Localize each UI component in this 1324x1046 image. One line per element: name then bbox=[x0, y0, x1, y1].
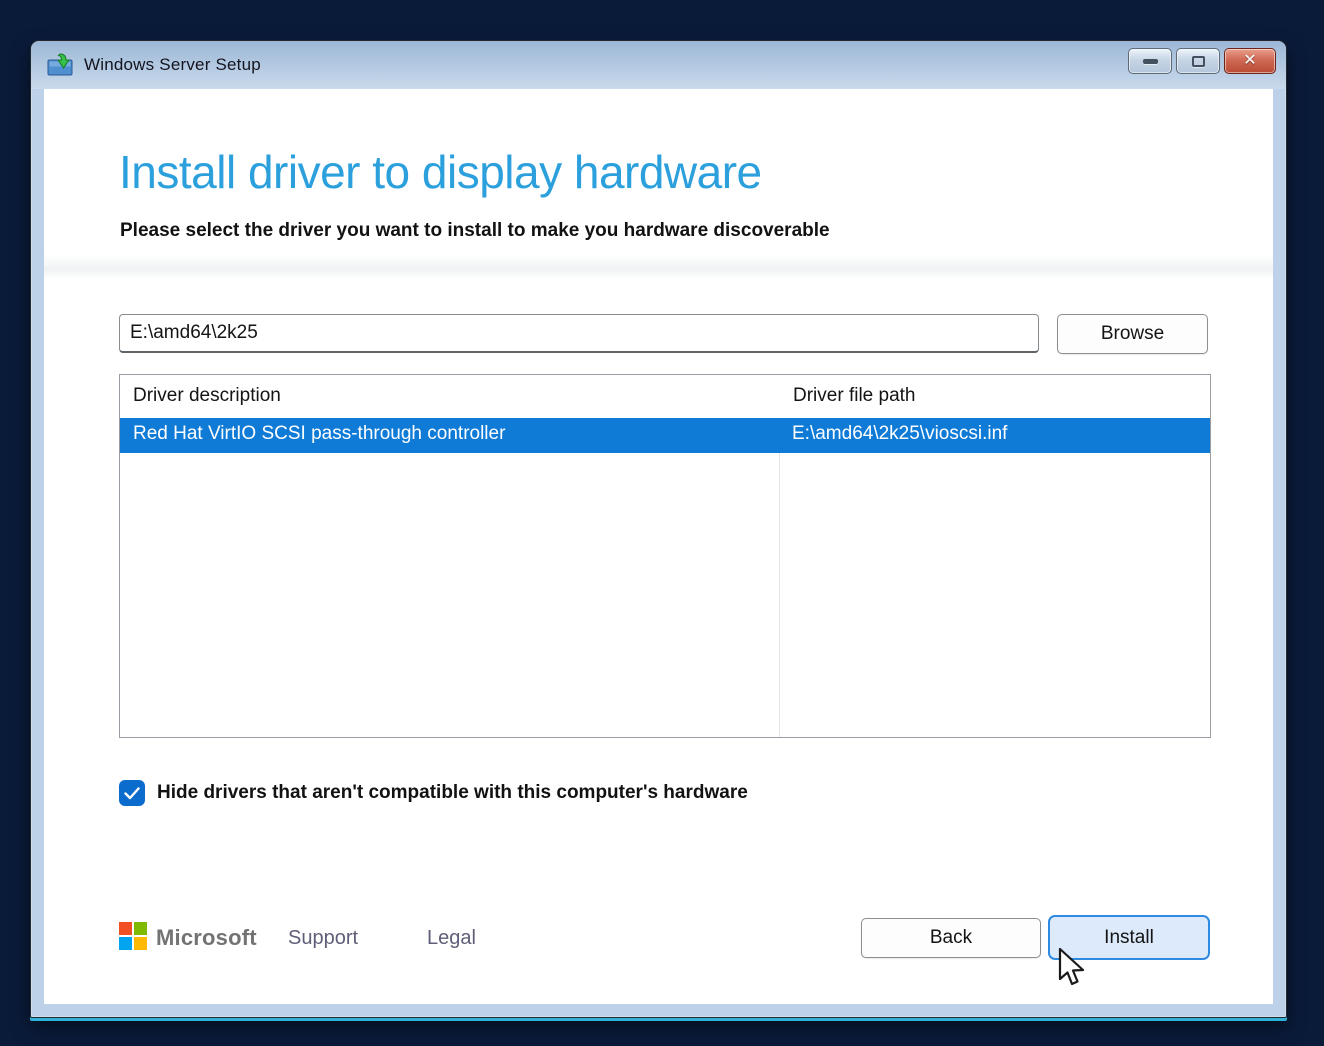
minimize-icon bbox=[1143, 59, 1158, 64]
maximize-icon bbox=[1192, 56, 1205, 67]
maximize-button[interactable] bbox=[1176, 48, 1220, 74]
driver-table-row-selected[interactable]: Red Hat VirtIO SCSI pass-through control… bbox=[120, 418, 1210, 453]
ms-logo-green-square bbox=[134, 922, 147, 935]
column-header-file-path[interactable]: Driver file path bbox=[779, 375, 1210, 418]
page-subtitle: Please select the driver you want to ins… bbox=[120, 220, 830, 242]
ms-logo-yellow-square bbox=[134, 937, 147, 950]
ms-logo-red-square bbox=[119, 922, 132, 935]
setup-install-icon bbox=[47, 53, 74, 77]
setup-window: Windows Server Setup ✕ Install driver to… bbox=[30, 40, 1287, 1018]
back-button[interactable]: Back bbox=[861, 918, 1041, 958]
driver-file-path-cell: E:\amd64\2k25\vioscsi.inf bbox=[779, 418, 1210, 453]
header-divider-band bbox=[44, 255, 1273, 279]
microsoft-logo-icon bbox=[119, 922, 147, 950]
driver-table-header: Driver description Driver file path bbox=[120, 375, 1210, 418]
close-icon: ✕ bbox=[1243, 53, 1256, 69]
close-button[interactable]: ✕ bbox=[1224, 48, 1276, 74]
column-header-description[interactable]: Driver description bbox=[120, 375, 779, 418]
window-title: Windows Server Setup bbox=[84, 55, 261, 75]
titlebar[interactable]: Windows Server Setup ✕ bbox=[31, 41, 1286, 89]
checkmark-icon bbox=[124, 787, 140, 800]
driver-description-cell: Red Hat VirtIO SCSI pass-through control… bbox=[120, 418, 779, 453]
legal-link[interactable]: Legal bbox=[427, 927, 476, 950]
minimize-button[interactable] bbox=[1128, 48, 1172, 74]
install-button[interactable]: Install bbox=[1048, 915, 1210, 960]
hide-incompatible-option[interactable]: Hide drivers that aren't compatible with… bbox=[119, 780, 748, 806]
hide-incompatible-checkbox[interactable] bbox=[119, 780, 145, 806]
dialog-content: Install driver to display hardware Pleas… bbox=[44, 89, 1273, 1004]
browse-button[interactable]: Browse bbox=[1057, 314, 1208, 354]
driver-table[interactable]: Driver description Driver file path Red … bbox=[119, 374, 1211, 738]
page-title: Install driver to display hardware bbox=[119, 145, 762, 199]
driver-path-input[interactable] bbox=[119, 314, 1039, 353]
hide-incompatible-label: Hide drivers that aren't compatible with… bbox=[157, 782, 748, 804]
microsoft-brand-text: Microsoft bbox=[156, 925, 257, 951]
support-link[interactable]: Support bbox=[288, 927, 358, 950]
ms-logo-blue-square bbox=[119, 937, 132, 950]
window-controls: ✕ bbox=[1128, 48, 1276, 74]
